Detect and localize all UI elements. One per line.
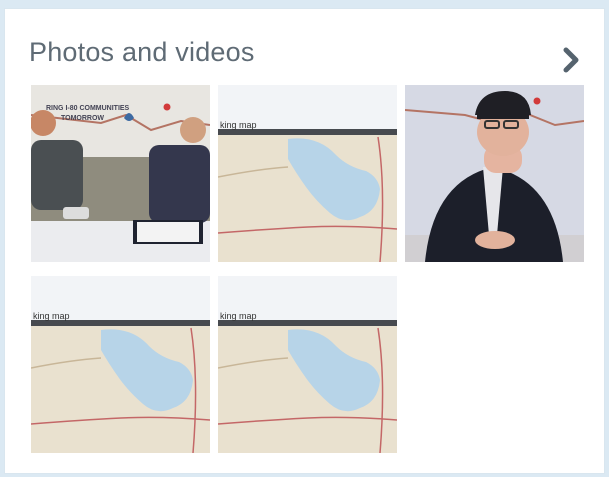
map-caption: king map xyxy=(33,311,70,321)
map-thumbnail-1[interactable]: king map xyxy=(218,85,397,262)
map-caption: king map xyxy=(220,311,257,321)
section-title: Photos and videos xyxy=(29,37,255,67)
banner-line-1: RING I-80 COMMUNITIES xyxy=(46,105,130,112)
photo-thumbnail-interview[interactable]: RING I-80 COMMUNITIES TOMORROW xyxy=(31,85,210,262)
photos-videos-card: Photos and videos RING I-80 COMMUNITIES … xyxy=(4,8,605,474)
map-thumbnail-3[interactable]: king map xyxy=(218,276,397,453)
map-caption: king map xyxy=(220,120,257,130)
map-thumbnail-2[interactable]: king map xyxy=(31,276,210,453)
banner-line-2: TOMORROW xyxy=(61,115,105,122)
photo-thumbnail-presenter[interactable] xyxy=(405,85,584,262)
chevron-right-icon[interactable] xyxy=(561,43,583,77)
